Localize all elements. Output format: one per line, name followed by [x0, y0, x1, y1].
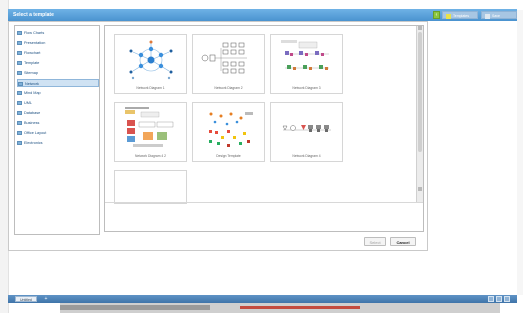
title-bar: Select a template ‹ Templates Save Diagr… — [8, 9, 517, 26]
category-label: Sitemap — [24, 71, 38, 75]
category-item[interactable]: Electronics — [17, 139, 99, 147]
category-item[interactable]: Flow Charts — [17, 29, 99, 37]
gallery-scrollbar[interactable] — [416, 26, 423, 202]
template-thumbnail — [125, 107, 174, 147]
fit-page-icon[interactable] — [488, 296, 494, 302]
category-item-selected[interactable]: Network — [17, 79, 99, 87]
folder-icon — [17, 71, 22, 75]
scroll-down-icon[interactable] — [418, 187, 422, 191]
template-thumbnail — [201, 42, 247, 74]
template-thumbnail — [281, 40, 329, 70]
category-item[interactable]: Mind Map — [17, 89, 99, 97]
scroll-up-icon[interactable] — [418, 26, 422, 30]
template-tile[interactable]: Design Template — [192, 102, 265, 162]
template-icon — [446, 13, 451, 19]
category-item[interactable]: Database — [17, 109, 99, 117]
template-tile[interactable]: Network Diagram 4 — [270, 102, 343, 162]
scroll-thumb[interactable] — [418, 32, 422, 152]
template-tile[interactable]: Network Diagram 3 — [270, 34, 343, 94]
category-item[interactable]: Sitemap — [17, 69, 99, 77]
dialog-title: Select a template — [13, 12, 54, 18]
template-thumbnail — [282, 125, 331, 132]
folder-icon — [17, 91, 22, 95]
category-label: Mind Map — [24, 91, 41, 95]
category-label: Business — [24, 121, 40, 125]
page-tab-bar: Untitled + — [8, 295, 517, 303]
folder-icon — [17, 61, 22, 65]
folder-icon — [17, 31, 22, 35]
category-label: Flowchart — [24, 51, 41, 55]
panel-toggle-icon[interactable]: ‹ — [433, 11, 440, 19]
category-item[interactable]: Presentation — [17, 39, 99, 47]
folder-icon — [18, 82, 23, 86]
template-caption: Network Diagram 4 2 — [135, 154, 166, 158]
category-label: Office Layout — [24, 131, 47, 135]
category-label: Electronics — [24, 141, 43, 145]
template-tile[interactable] — [114, 170, 187, 204]
template-thumbnail — [129, 40, 173, 80]
category-label: Network — [25, 82, 39, 86]
category-item[interactable]: UML — [17, 99, 99, 107]
fullscreen-icon[interactable] — [504, 296, 510, 302]
folder-icon — [17, 111, 22, 115]
category-label: Database — [24, 111, 41, 115]
right-edge — [517, 10, 523, 295]
template-tile[interactable]: Network Diagram 1 — [114, 34, 187, 94]
folder-icon — [17, 131, 22, 135]
templates-button[interactable]: Templates — [442, 11, 478, 19]
zoom-icon[interactable] — [496, 296, 502, 302]
cancel-button[interactable]: Cancel — [390, 237, 416, 246]
template-caption: Network Diagram 1 — [136, 86, 165, 90]
category-item[interactable]: Flowchart — [17, 49, 99, 57]
category-label: UML — [24, 101, 33, 105]
template-caption: Design Template — [216, 154, 241, 158]
template-caption: Network Diagram 4 — [292, 154, 321, 158]
template-gallery: Network Diagram 1 Network Diagram 2 Netw… — [104, 25, 424, 232]
horizontal-scrollbar[interactable] — [60, 303, 500, 313]
category-list: Flow Charts Presentation Flowchart Templ… — [14, 25, 100, 235]
page-tab[interactable]: Untitled — [15, 296, 37, 302]
folder-icon — [17, 51, 22, 55]
category-item[interactable]: Business — [17, 119, 99, 127]
scroll-indicator — [240, 306, 360, 309]
template-thumbnail — [209, 112, 253, 147]
folder-icon — [17, 101, 22, 105]
save-icon — [485, 13, 490, 19]
template-tile[interactable]: Network Diagram 4 2 — [114, 102, 187, 162]
template-dialog: Flow Charts Presentation Flowchart Templ… — [8, 21, 428, 251]
category-label: Presentation — [24, 41, 46, 45]
templates-label: Templates — [453, 14, 469, 18]
template-tile[interactable]: Network Diagram 2 — [192, 34, 265, 94]
select-button[interactable]: Select — [364, 237, 386, 246]
category-item[interactable]: Template — [17, 59, 99, 67]
category-label: Flow Charts — [24, 31, 45, 35]
folder-icon — [17, 41, 22, 45]
category-label: Template — [24, 61, 40, 65]
add-page-icon[interactable]: + — [43, 296, 49, 302]
template-caption: Network Diagram 2 — [214, 86, 243, 90]
save-diagram-button[interactable]: Save Diagram — [481, 11, 517, 26]
horizontal-scroll-thumb[interactable] — [60, 305, 210, 310]
template-caption: Network Diagram 3 — [292, 86, 321, 90]
folder-icon — [17, 141, 22, 145]
folder-icon — [17, 121, 22, 125]
category-item[interactable]: Office Layout — [17, 129, 99, 137]
gallery-divider — [105, 202, 423, 203]
